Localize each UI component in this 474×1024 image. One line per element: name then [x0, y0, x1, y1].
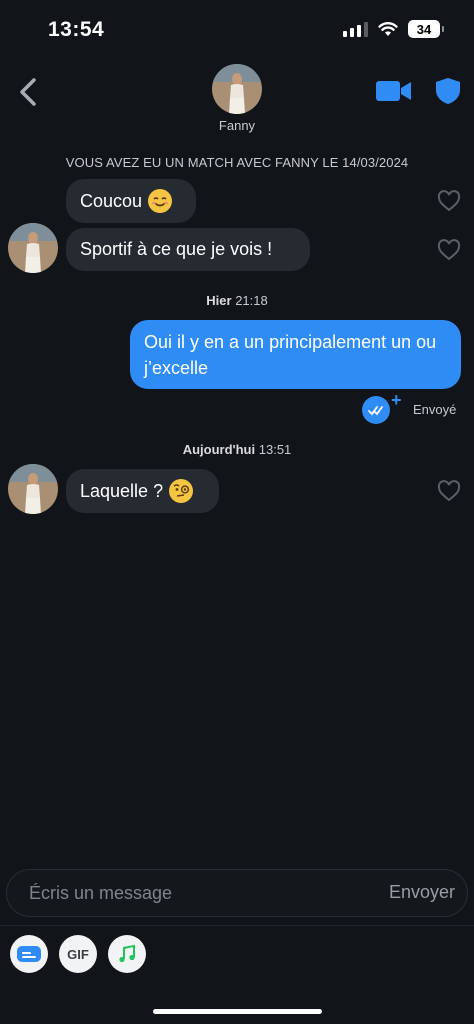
home-indicator: [153, 1009, 322, 1014]
message-text: Sportif à ce que je vois !: [80, 239, 273, 259]
music-button[interactable]: [108, 935, 146, 973]
sent-status: + Envoyé: [362, 390, 456, 424]
send-button[interactable]: Envoyer: [389, 882, 455, 903]
day-label: Hier: [206, 293, 232, 308]
time-label: 21:18: [235, 293, 268, 308]
wifi-icon: [378, 22, 398, 36]
card-icon: [17, 946, 41, 962]
message-composer: Envoyer: [6, 869, 468, 917]
match-banner: VOUS AVEZ EU UN MATCH AVEC FANNY LE 14/0…: [65, 155, 409, 170]
signal-icon: [343, 21, 368, 37]
monocle-emoji-icon: [169, 479, 194, 503]
music-note-icon: [119, 944, 135, 963]
contact-name[interactable]: Fanny: [0, 118, 474, 133]
smiling-emoji-icon: [148, 189, 173, 213]
contact-avatar[interactable]: [212, 64, 262, 114]
status-time: 13:54: [48, 18, 105, 41]
message-input[interactable]: [29, 870, 359, 916]
message-text: Coucou: [80, 190, 143, 211]
like-heart-icon[interactable]: [437, 480, 461, 502]
battery-icon: 34: [408, 20, 444, 38]
received-message[interactable]: Sportif à ce que je vois !: [66, 228, 310, 271]
day-label: Aujourd'hui: [182, 442, 256, 457]
sent-label: Envoyé: [413, 402, 457, 417]
back-button[interactable]: [14, 74, 42, 110]
like-heart-icon[interactable]: [437, 190, 461, 212]
received-message[interactable]: Laquelle ?: [66, 469, 219, 513]
status-icons: 34: [343, 20, 444, 38]
received-message[interactable]: Coucou: [66, 179, 196, 223]
sent-message[interactable]: Oui il y en a un principalement un ou j’…: [130, 320, 461, 389]
gif-button[interactable]: GIF: [59, 935, 97, 973]
day-separator: Aujourd'hui 13:51: [0, 442, 474, 457]
shield-icon[interactable]: [435, 77, 461, 105]
status-bar: 13:54 34: [0, 0, 474, 60]
read-check-icon: [362, 396, 390, 424]
day-separator: Hier 21:18: [0, 293, 474, 308]
like-heart-icon[interactable]: [437, 239, 461, 261]
chat-header: Fanny: [0, 60, 474, 140]
message-text: Laquelle ?: [80, 480, 164, 501]
video-call-icon[interactable]: [376, 79, 412, 103]
sticker-button[interactable]: [10, 935, 48, 973]
plus-icon[interactable]: +: [391, 390, 402, 411]
gif-label: GIF: [67, 946, 89, 962]
message-text: Oui il y en a un principalement un ou j’…: [144, 332, 437, 378]
time-label: 13:51: [258, 442, 292, 457]
divider: [0, 925, 474, 926]
contact-avatar-small[interactable]: [8, 223, 58, 273]
contact-avatar-small[interactable]: [8, 464, 58, 514]
